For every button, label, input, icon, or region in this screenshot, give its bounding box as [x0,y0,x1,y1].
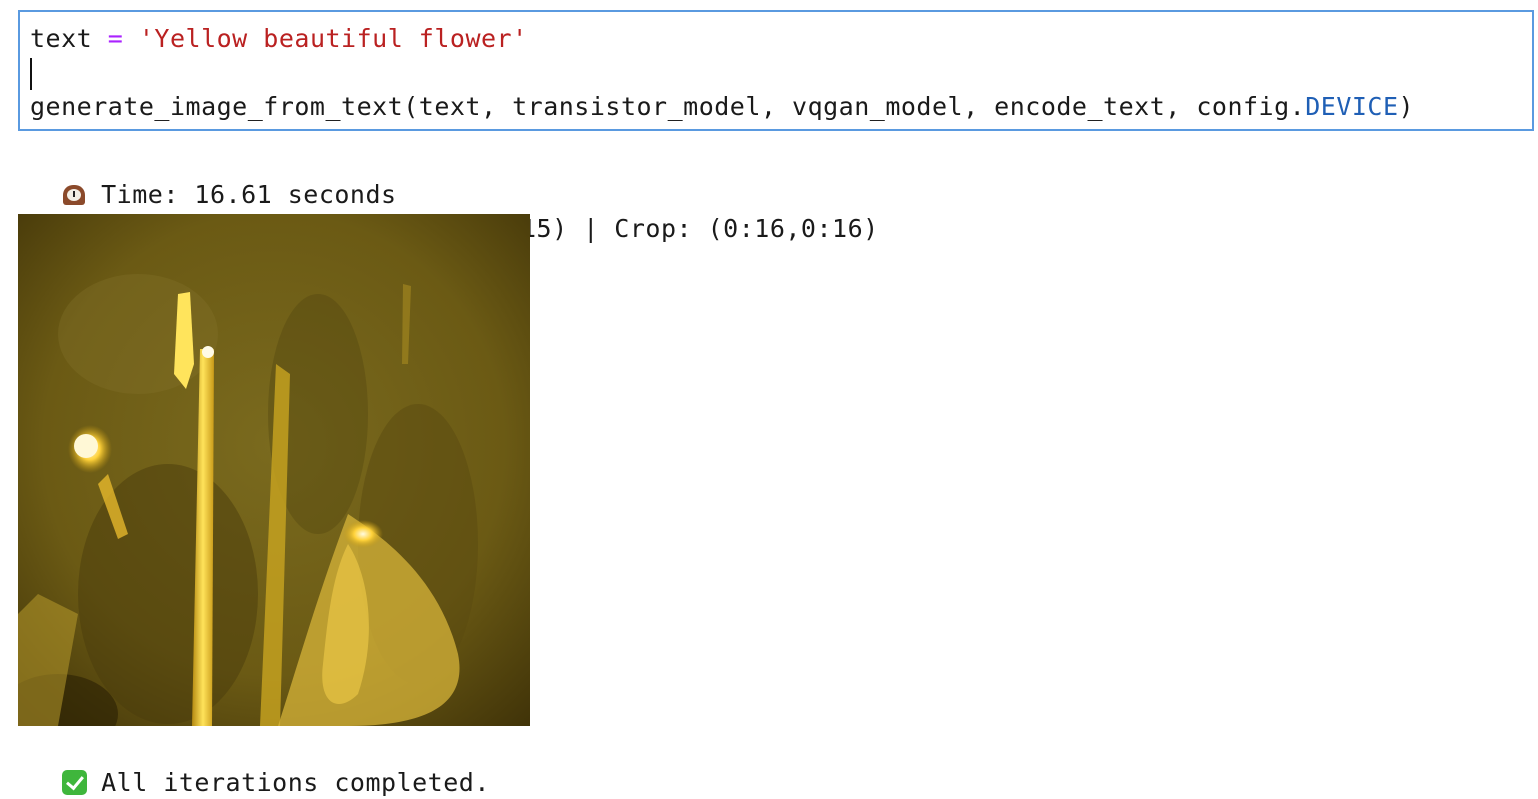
function-call: generate_image_from_text(text, transisto… [30,92,1306,121]
code-line-1[interactable]: text = 'Yellow beautiful flower' [30,24,528,54]
code-cell[interactable]: text = 'Yellow beautiful flower' generat… [18,10,1534,131]
generated-image [18,214,530,726]
assign-operator: = [92,24,139,53]
variable-text: text [30,24,93,53]
output-done: All iterations completed. [28,735,490,799]
device-attribute: DEVICE [1305,92,1399,121]
code-line-3[interactable]: generate_image_from_text(text, transisto… [30,92,1414,122]
string-literal: 'Yellow beautiful flower' [138,24,528,53]
done-text: All iterations completed. [101,768,490,797]
text-cursor [30,58,32,90]
check-mark-icon [59,767,89,799]
close-paren: ) [1398,92,1415,121]
